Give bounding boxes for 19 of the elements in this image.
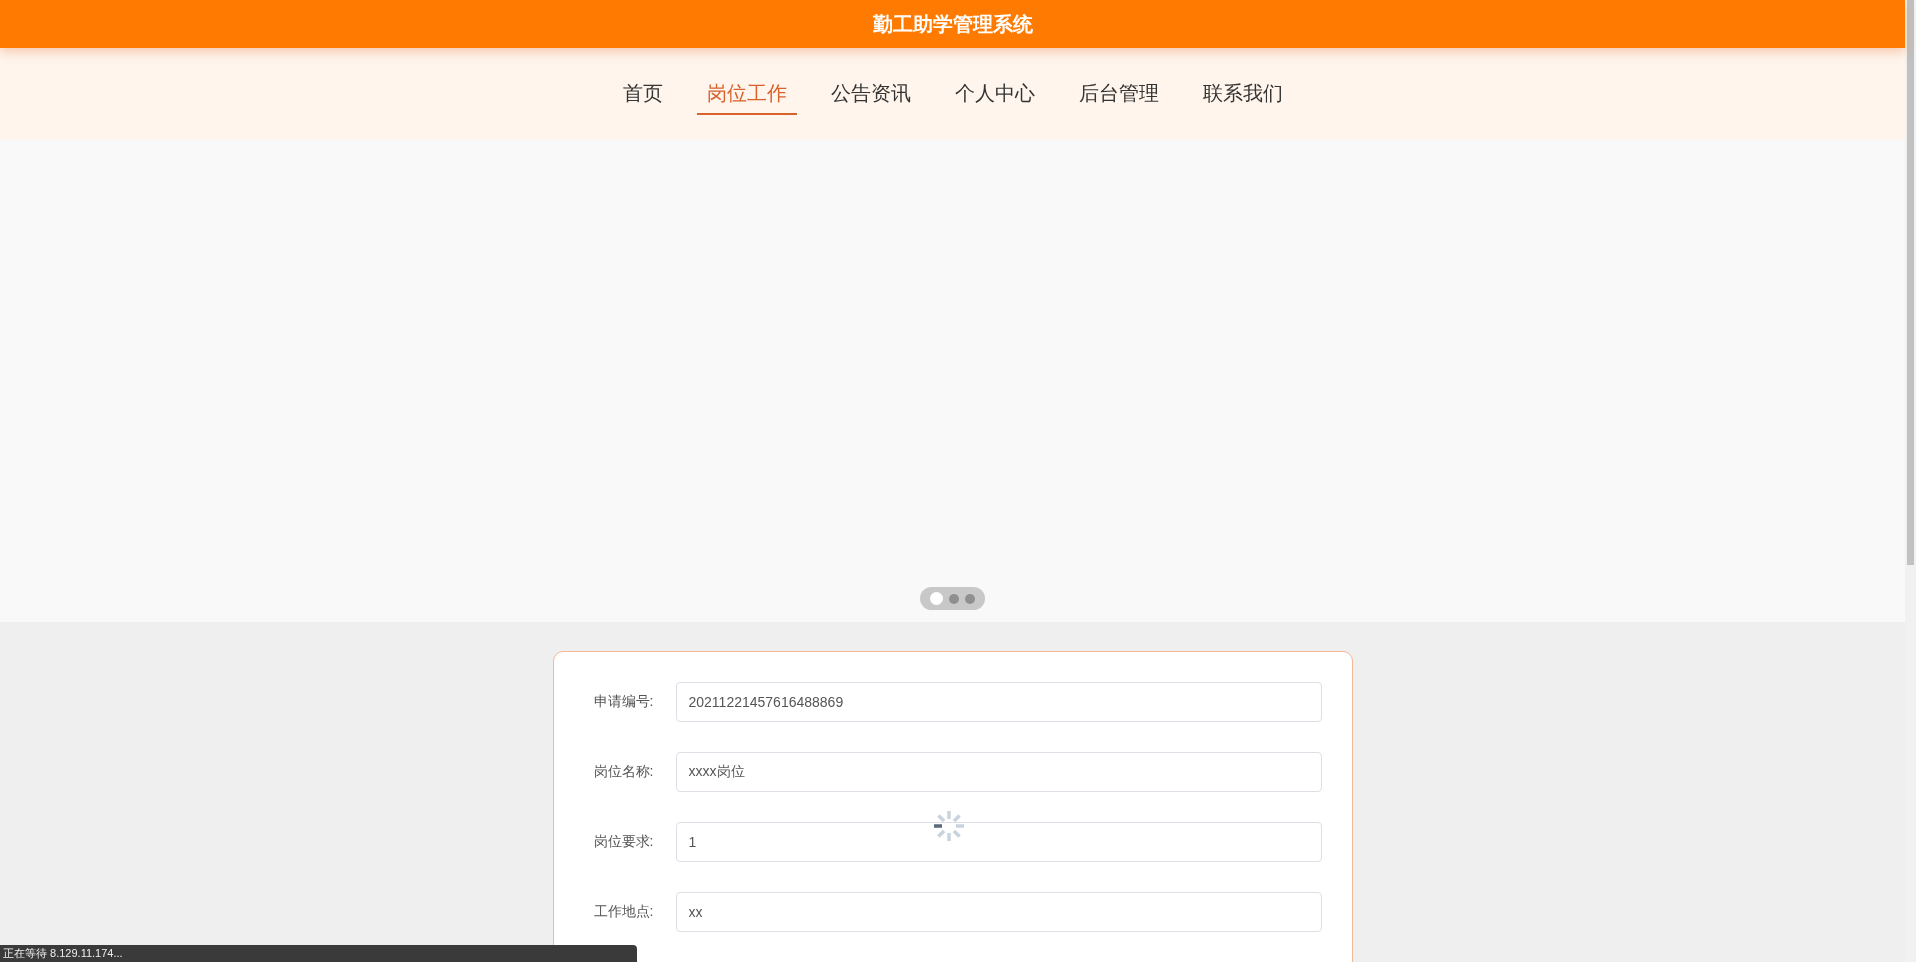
input-field[interactable]: 1 xyxy=(675,822,1322,862)
input-field[interactable]: xx xyxy=(675,892,1322,932)
carousel-dot[interactable] xyxy=(965,593,975,604)
site-title: 勤工助学管理系统 xyxy=(872,10,1033,38)
field-label: 岗位名称: xyxy=(593,763,655,781)
carousel-dot[interactable] xyxy=(949,593,959,604)
field-label: 岗位要求: xyxy=(593,833,655,851)
field-label: 申请编号: xyxy=(593,693,655,711)
input-field[interactable]: 20211221457616488869 xyxy=(675,682,1322,722)
nav-tab[interactable]: 首页 xyxy=(612,73,673,115)
nav-tab[interactable]: 联系我们 xyxy=(1192,73,1293,115)
nav-tab[interactable]: 公告资讯 xyxy=(820,73,921,115)
loading-spinner-icon xyxy=(932,809,966,843)
input-field[interactable]: xxxx岗位 xyxy=(675,752,1322,792)
nav-tab[interactable]: 后台管理 xyxy=(1068,73,1169,115)
status-text: 正在等待 8.129.11.174... xyxy=(3,946,123,961)
field-label: 工作地点: xyxy=(593,903,655,921)
nav-tab[interactable]: 个人中心 xyxy=(944,73,1045,115)
carousel-dot[interactable] xyxy=(930,592,943,605)
